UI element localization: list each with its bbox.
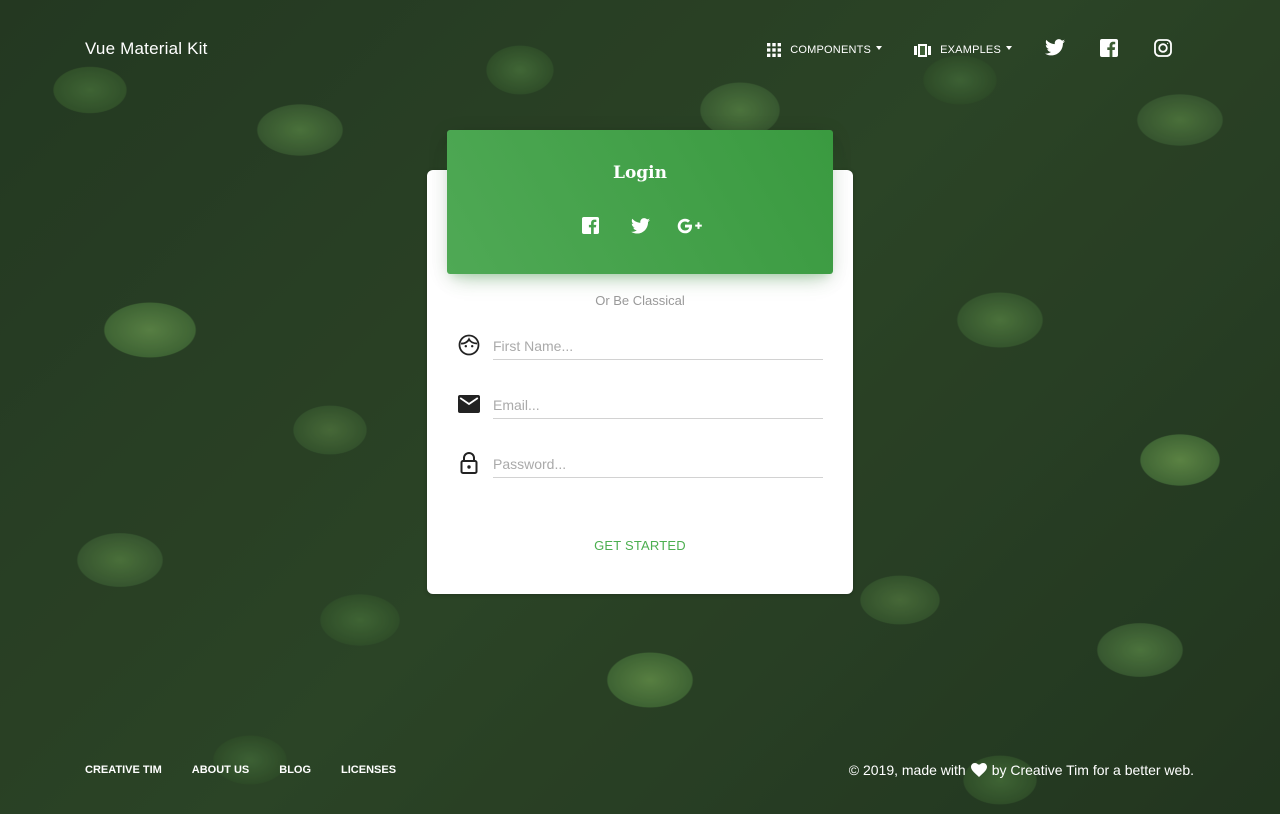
apps-icon	[767, 43, 782, 57]
login-twitter-button[interactable]	[623, 216, 657, 240]
lock-icon	[457, 451, 481, 475]
google-plus-icon	[677, 218, 703, 239]
footer-link-blog[interactable]: Blog	[279, 764, 311, 776]
brand-logo[interactable]: Vue Material Kit	[85, 39, 208, 59]
copyright: © 2019, made with by Creative Tim for a …	[849, 762, 1194, 778]
first-name-field	[457, 333, 823, 373]
view-carousel-icon	[914, 43, 932, 57]
password-input[interactable]	[493, 451, 823, 478]
footer-link-creative-tim[interactable]: Creative Tim	[85, 764, 162, 776]
copyright-suffix: by Creative Tim for a better web.	[991, 762, 1194, 778]
face-icon	[457, 333, 481, 357]
password-field	[457, 451, 823, 491]
navbar: Vue Material Kit Components Examples	[0, 0, 1280, 100]
heart-icon	[970, 763, 987, 777]
footer-nav: Creative Tim About Us Blog Licenses	[85, 764, 426, 776]
nav-twitter-link[interactable]	[1028, 36, 1082, 64]
twitter-icon	[630, 217, 650, 239]
footer-link-about-us[interactable]: About Us	[192, 764, 249, 776]
instagram-icon	[1154, 38, 1172, 62]
login-facebook-button[interactable]	[573, 216, 607, 240]
first-name-input[interactable]	[493, 333, 823, 360]
email-icon	[457, 392, 481, 416]
nav-facebook-link[interactable]	[1082, 36, 1136, 64]
facebook-icon	[581, 217, 599, 239]
nav-examples-label: Examples	[940, 44, 1001, 56]
nav-examples-dropdown[interactable]: Examples	[898, 36, 1028, 64]
email-input[interactable]	[493, 392, 823, 419]
nav-items: Components Examples	[751, 36, 1190, 64]
twitter-icon	[1045, 39, 1065, 61]
login-google-plus-button[interactable]	[673, 216, 707, 240]
login-card-header: Login	[447, 130, 833, 274]
copyright-prefix: © 2019, made with	[848, 762, 966, 778]
facebook-icon	[1100, 38, 1118, 62]
nav-components-label: Components	[790, 44, 872, 56]
email-field	[457, 392, 823, 432]
nav-components-dropdown[interactable]: Components	[751, 36, 898, 64]
nav-instagram-link[interactable]	[1136, 36, 1190, 64]
get-started-button[interactable]: Get Started	[427, 538, 853, 553]
chevron-down-icon	[876, 46, 883, 50]
footer-link-licenses[interactable]: Licenses	[341, 764, 396, 776]
divider-text: Or Be Classical	[595, 293, 685, 308]
card-title: Login	[613, 163, 667, 183]
header-social-buttons	[447, 216, 833, 240]
chevron-down-icon	[1006, 46, 1012, 50]
